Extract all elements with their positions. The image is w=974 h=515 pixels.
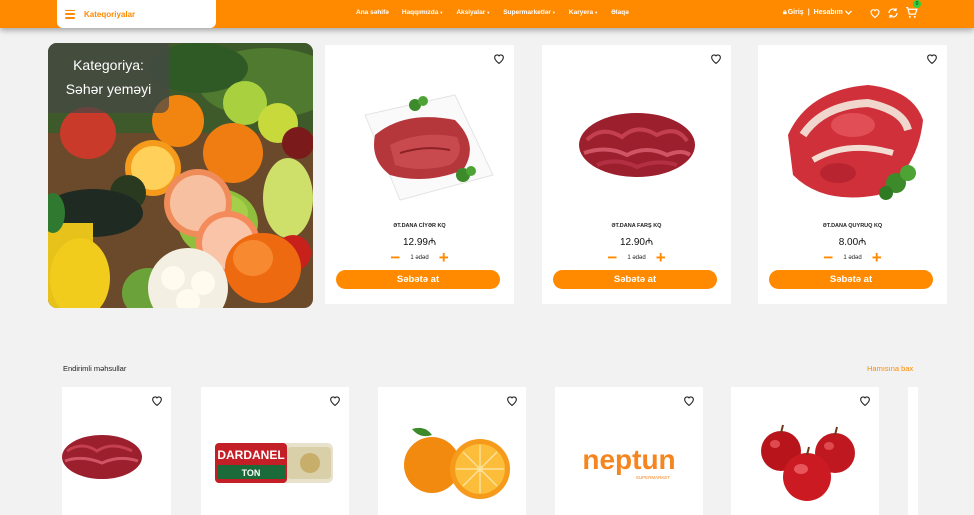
quantity-label: 1 ədəd	[843, 255, 862, 261]
nav-home[interactable]: Ana səhifə	[356, 9, 389, 16]
apples-image	[761, 424, 855, 501]
minus-icon[interactable]: −	[604, 249, 620, 266]
nav-promotions[interactable]: Aksiyalar▼	[456, 9, 490, 16]
nav-about[interactable]: Haqqımızda▼	[402, 9, 443, 16]
quantity-label: 1 ədəd	[410, 255, 429, 261]
plus-icon[interactable]: +	[869, 249, 885, 266]
section-title: Endirimli məhsullar	[63, 364, 127, 373]
svg-text:SUPERMARKET: SUPERMARKET	[636, 475, 671, 480]
chevron-down-icon: ▼	[439, 9, 444, 15]
heart-icon[interactable]	[328, 394, 342, 407]
minced-meat-image	[579, 113, 695, 177]
svg-text:TON: TON	[242, 468, 261, 478]
nav-contact[interactable]: Əlaqə	[611, 9, 629, 16]
separator: |	[807, 9, 810, 16]
product-card[interactable]: ƏT.DANA CİYƏR KQ 12.99₼ − 1 ədəd + Səbət…	[325, 45, 514, 304]
product-card[interactable]: ƏT.DANA FARŞ KQ 12.90₼ − 1 ədəd + Səbətə…	[542, 45, 731, 304]
discount-product-card[interactable]	[62, 387, 171, 515]
login-link[interactable]: Giriş	[788, 9, 804, 16]
hero-caption-line2: Səhər yeməyi	[65, 81, 152, 97]
add-to-cart-button[interactable]: Səbətə at	[336, 270, 500, 289]
nav-supermarkets[interactable]: Supermarketlər▼	[503, 9, 556, 16]
product-name: ƏT.DANA FARŞ KQ	[611, 223, 662, 229]
account-menu[interactable]: Hesabım	[814, 9, 843, 16]
discount-product-card[interactable]	[378, 387, 526, 515]
categories-button[interactable]: Kateqoriyalar	[57, 0, 216, 28]
discount-product-card[interactable]: neptun SUPERMARKET	[555, 387, 703, 515]
product-price: 8.00₼	[838, 237, 867, 248]
plus-icon[interactable]: +	[436, 249, 452, 266]
quantity-stepper: − 1 ədəd +	[758, 249, 947, 266]
orange-image	[404, 427, 510, 499]
discount-product-card[interactable]: DARDANEL TON	[201, 387, 349, 515]
discount-product-card[interactable]	[731, 387, 879, 515]
product-price: 12.99₼	[402, 237, 437, 248]
discount-product-card[interactable]	[908, 387, 918, 515]
see-all-link[interactable]: Hamısına bax	[867, 364, 913, 373]
heart-icon[interactable]	[869, 7, 881, 19]
heart-icon[interactable]	[682, 394, 696, 407]
add-to-cart-button[interactable]: Səbətə at	[553, 270, 717, 289]
compare-icon[interactable]	[887, 7, 899, 19]
minced-meat-image	[62, 435, 142, 479]
chevron-down-icon	[844, 10, 852, 15]
minus-icon[interactable]: −	[820, 249, 836, 266]
add-to-cart-button[interactable]: Səbətə at	[769, 270, 933, 289]
cart-count-badge: 0	[913, 0, 921, 8]
chevron-down-icon: ▼	[594, 9, 599, 15]
dardanel-tuna-image: DARDANEL TON	[215, 443, 333, 483]
quantity-label: 1 ədəd	[627, 255, 646, 261]
minus-icon[interactable]: −	[387, 249, 403, 266]
nav-career[interactable]: Karyera▼	[569, 9, 598, 16]
heart-icon[interactable]	[150, 394, 164, 407]
chevron-down-icon: ▼	[486, 9, 491, 15]
quantity-stepper: − 1 ədəd +	[542, 249, 731, 266]
heart-icon[interactable]	[709, 52, 723, 65]
product-name: ƏT.DANA QUYRUQ KQ	[822, 223, 883, 229]
plus-icon[interactable]: +	[653, 249, 669, 266]
heart-icon[interactable]	[492, 52, 506, 65]
chevron-down-icon: ▼	[551, 9, 556, 15]
heart-icon[interactable]	[858, 394, 872, 407]
oxtail-meat-image	[788, 85, 923, 200]
quantity-stepper: − 1 ədəd +	[325, 249, 514, 266]
main-nav: Ana səhifə Haqqımızda▼ Aksiyalar▼ Superm…	[356, 0, 642, 25]
lock-icon: 🔒︎	[783, 8, 787, 16]
top-navbar: Kateqoriyalar Ana səhifə Haqqımızda▼ Aks…	[0, 0, 974, 28]
hero-caption: Kategoriya: Səhər yeməyi	[48, 43, 169, 113]
product-name: ƏT.DANA CİYƏR KQ	[393, 223, 446, 229]
svg-text:DARDANEL: DARDANEL	[217, 448, 284, 462]
liver-image	[364, 94, 494, 201]
categories-label: Kateqoriyalar	[84, 9, 136, 19]
product-card[interactable]: ƏT.DANA QUYRUQ KQ 8.00₼ − 1 ədəd + Səbət…	[758, 45, 947, 304]
heart-icon[interactable]	[925, 52, 939, 65]
hero-caption-line1: Kategoriya:	[73, 57, 144, 73]
svg-text:neptun: neptun	[582, 445, 675, 475]
neptun-logo: neptun SUPERMARKET	[582, 445, 675, 480]
hamburger-icon	[65, 9, 75, 19]
heart-icon[interactable]	[505, 394, 519, 407]
category-hero-banner[interactable]: Kategoriya: Səhər yeməyi	[48, 43, 313, 308]
account-area: 🔒︎ Giriş | Hesabım	[783, 0, 852, 25]
product-price: 12.90₼	[619, 237, 654, 248]
